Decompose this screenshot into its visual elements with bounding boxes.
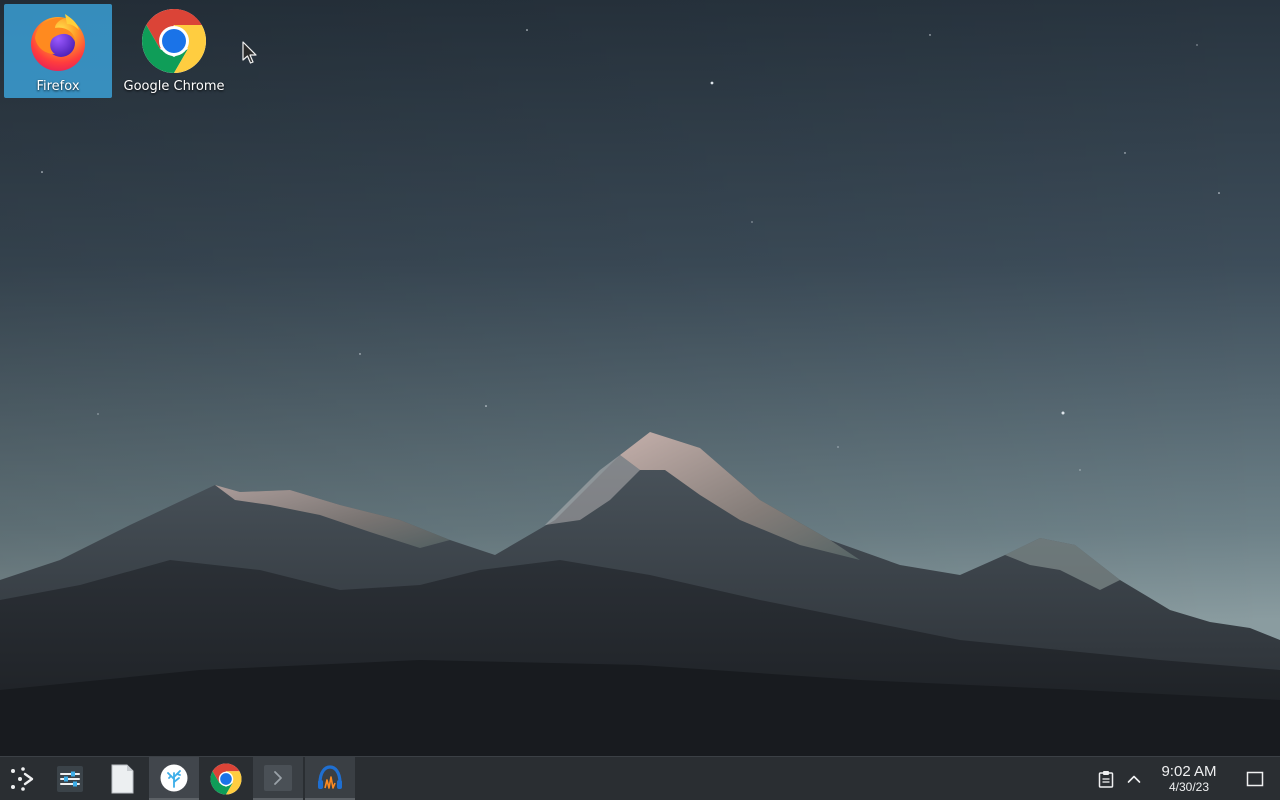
wallpaper [0,0,1280,756]
firefox-icon [31,14,85,71]
clipboard-icon [1098,770,1114,788]
desktop-icon-label: Firefox [36,79,80,94]
clock-time: 9:02 AM [1161,763,1217,780]
desktop-icon-firefox[interactable]: Firefox [4,4,112,98]
application-launcher-icon [11,766,34,791]
desktop-icon-label: Google Chrome [123,79,225,94]
chrome-icon [142,9,206,73]
desktop-icon-google-chrome[interactable]: Google Chrome [120,4,228,98]
clock-date: 4/30/23 [1168,780,1210,794]
settings-sliders-icon [57,765,83,792]
task-text-editor[interactable] [97,757,147,800]
tray-clipboard[interactable] [1093,757,1119,800]
show-desktop-icon [1246,771,1264,786]
task-terminal[interactable] [253,757,303,800]
task-discover[interactable] [149,757,199,800]
mouse-cursor-icon [242,41,257,64]
taskbar: 9:02 AM 4/30/23 [0,756,1280,800]
chevron-up-icon [1127,775,1141,783]
task-system-settings[interactable] [45,757,95,800]
application-launcher-button[interactable] [0,757,44,800]
tray-expand-button[interactable] [1121,757,1147,800]
chrome-icon [210,762,242,795]
task-google-chrome[interactable] [201,757,251,800]
show-desktop-button[interactable] [1238,757,1272,800]
discover-icon [160,764,188,791]
document-icon [111,764,134,793]
task-audio-app[interactable] [305,757,355,800]
desktop[interactable]: Firefox Google Chrome 9:02 AM 4/30/23 [0,0,1280,800]
headphones-icon [318,764,342,789]
digital-clock[interactable]: 9:02 AM 4/30/23 [1150,763,1228,794]
terminal-icon [264,764,292,791]
